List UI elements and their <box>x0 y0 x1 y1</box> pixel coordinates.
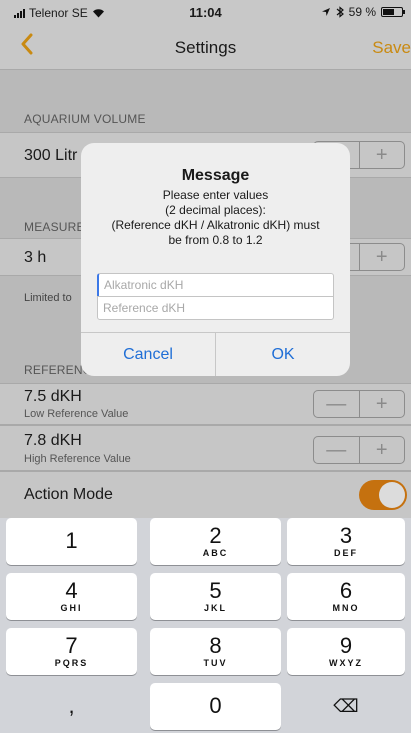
key-label: 0 <box>209 693 222 718</box>
dialog-message-line: Please enter values <box>162 188 269 202</box>
key-7[interactable]: 7 PQRS <box>6 628 137 675</box>
key-9[interactable]: 9 WXYZ <box>287 628 405 675</box>
high-reference-row: 7.8 dKH High Reference Value — + <box>0 425 411 471</box>
low-reference-stepper[interactable]: — + <box>313 390 405 418</box>
key-5[interactable]: 5 JKL <box>150 573 281 620</box>
high-reference-stepper[interactable]: — + <box>313 436 405 464</box>
key-label: 1 <box>65 528 78 553</box>
dialog-message-line: (Reference dKH / Alkatronic dKH) must <box>111 218 320 232</box>
key-letters: GHI <box>60 603 83 613</box>
cancel-button[interactable]: Cancel <box>81 333 215 376</box>
key-label: 4 <box>65 578 78 603</box>
dialog-buttons: Cancel OK <box>81 332 350 376</box>
increment-button[interactable]: + <box>358 142 405 168</box>
key-letters: MNO <box>332 603 360 613</box>
status-bar: Telenor SE 11:04 59 % <box>0 0 411 24</box>
key-label: 8 <box>209 633 222 658</box>
action-mode-label: Action Mode <box>24 486 113 503</box>
key-letters: PQRS <box>54 658 89 668</box>
action-mode-row: Action Mode <box>0 471 411 518</box>
save-button[interactable]: Save <box>372 38 411 58</box>
backspace-icon: ⌫ <box>333 696 359 716</box>
increment-button[interactable]: + <box>358 437 405 463</box>
section-header-measure: MEASURE <box>24 220 85 234</box>
key-label: 9 <box>339 633 353 658</box>
dialog-message-line: be from 0.8 to 1.2 <box>168 233 263 247</box>
page-title: Settings <box>174 38 237 57</box>
high-reference-value: 7.8 dKH <box>24 432 82 449</box>
ok-button[interactable]: OK <box>215 333 350 376</box>
key-label: 6 <box>339 578 353 603</box>
battery-icon <box>381 7 405 17</box>
key-4[interactable]: 4 GHI <box>6 573 137 620</box>
key-letters: JKL <box>203 603 227 613</box>
aquarium-volume-value: 300 Litr <box>24 147 78 164</box>
key-3[interactable]: 3 DEF <box>287 518 405 565</box>
key-letters: ABC <box>202 548 229 558</box>
measure-value: 3 h <box>24 249 47 266</box>
low-reference-value: 7.5 dKH <box>24 388 82 405</box>
nav-bar: Settings Save <box>0 24 411 70</box>
low-reference-row: 7.5 dKH Low Reference Value — + <box>0 383 411 425</box>
key-label: 2 <box>209 523 222 548</box>
alkatronic-dkh-input[interactable] <box>97 273 334 297</box>
dialog-message-line: (2 decimal places): <box>165 203 266 217</box>
key-0[interactable]: 0 <box>150 683 281 730</box>
section-header-aquarium-volume: AQUARIUM VOLUME <box>24 112 146 126</box>
location-icon <box>321 8 330 16</box>
reference-dkh-input[interactable] <box>97 296 334 320</box>
action-mode-toggle[interactable] <box>359 480 407 510</box>
status-right: 59 % <box>321 5 405 19</box>
dialog-message: Please enter values (2 decimal places): … <box>89 188 342 248</box>
bluetooth-icon <box>336 6 344 18</box>
dialog-title: Message <box>181 167 250 184</box>
key-1[interactable]: 1 <box>6 518 137 565</box>
battery-percent: 59 % <box>348 5 376 19</box>
increment-button[interactable]: + <box>358 244 405 270</box>
delete-key[interactable]: ⌫ <box>287 683 405 730</box>
numeric-keypad: 1 2 ABC 3 DEF 4 GHI 5 JKL 6 MNO 7 PQRS 8 TUV 9W… <box>0 518 411 733</box>
high-reference-label: High Reference Value <box>24 453 131 465</box>
increment-button[interactable]: + <box>358 391 405 417</box>
key-8[interactable]: 8 TUV <box>150 628 281 675</box>
decrement-button[interactable]: — <box>314 437 359 463</box>
key-2[interactable]: 2 ABC <box>150 518 281 565</box>
key-label: 7 <box>65 633 78 658</box>
key-letters: TUV <box>203 658 228 668</box>
measure-note: Limited to <box>24 292 72 304</box>
key-6[interactable]: 6 MNO <box>287 573 405 620</box>
decrement-button[interactable]: — <box>314 391 359 417</box>
key-letters: WXYZ <box>329 658 363 668</box>
key-label: , <box>68 693 75 718</box>
key-comma[interactable]: , <box>6 683 137 730</box>
key-label: 5 <box>209 578 222 603</box>
key-label: 3 <box>339 523 353 548</box>
low-reference-label: Low Reference Value <box>24 408 129 420</box>
message-dialog: Message Please enter values (2 decimal p… <box>81 143 350 376</box>
key-letters: DEF <box>334 548 358 558</box>
